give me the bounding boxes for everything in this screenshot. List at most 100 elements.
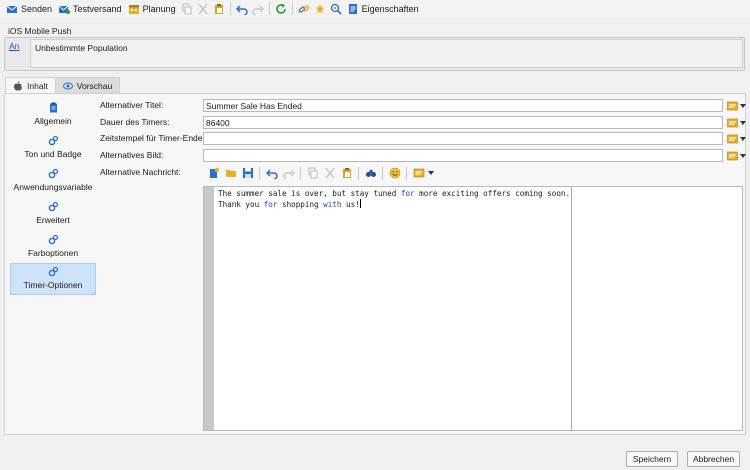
- alt-image-personalize-button[interactable]: [727, 149, 746, 162]
- new-button[interactable]: [205, 166, 222, 181]
- gears-icon: [48, 168, 58, 179]
- copy-icon: [308, 167, 317, 179]
- text-cursor: [359, 199, 361, 208]
- timer-end-label: Zeitstempel für Timer-Ende:: [100, 133, 205, 143]
- sidebar-item-advanced[interactable]: Erweitert: [10, 197, 96, 229]
- alt-image-label: Alternatives Bild:: [100, 150, 164, 160]
- link-button[interactable]: [296, 1, 312, 16]
- editor-margin-line: [571, 187, 572, 430]
- gears-icon: [48, 201, 58, 212]
- send-button[interactable]: Senden: [3, 1, 55, 16]
- content-panel: Allgemein Ton und Badge Anwendungsvariab…: [4, 93, 746, 435]
- to-link[interactable]: An: [9, 41, 19, 51]
- schedule-label: Planung: [142, 3, 176, 14]
- folder-icon: [225, 170, 236, 177]
- toolbar-separator: [229, 2, 231, 15]
- editor-redo-button[interactable]: [280, 166, 297, 181]
- sidebar-item-label: Timer-Optionen: [23, 280, 83, 290]
- clipboard-paste-icon: [214, 3, 223, 14]
- calendar-icon: [128, 4, 139, 14]
- editor-text: The summer sale is over, but stay tuned …: [218, 189, 571, 209]
- chevron-down-icon: [740, 103, 746, 108]
- alt-title-label: Alternativer Titel:: [100, 100, 164, 110]
- tab-content[interactable]: Inhalt: [5, 77, 56, 93]
- undo-button[interactable]: [234, 1, 250, 16]
- tab-preview[interactable]: Vorschau: [54, 77, 121, 93]
- gears-icon: [48, 135, 58, 146]
- send-envelope-icon: [6, 5, 18, 13]
- editor-copy-button[interactable]: [304, 166, 321, 181]
- tab-preview-label: Vorschau: [76, 80, 113, 91]
- undo-icon: [265, 169, 278, 179]
- editor-cut-button[interactable]: [321, 166, 338, 181]
- cut-button[interactable]: [195, 1, 211, 16]
- properties-button[interactable]: Eigenschaften: [344, 1, 422, 16]
- personalize-field-icon: [727, 151, 738, 160]
- delivery-type-title: iOS Mobile Push: [8, 26, 72, 36]
- sidebar-item-label: Ton und Badge: [24, 149, 82, 159]
- save-file-button[interactable]: [239, 166, 256, 181]
- toolbar-separator: [268, 2, 270, 15]
- chevron-down-icon: [740, 120, 746, 125]
- sidebar-item-general[interactable]: Allgemein: [10, 98, 96, 130]
- refresh-button[interactable]: [273, 1, 289, 16]
- alt-image-field[interactable]: [203, 149, 723, 162]
- personalize-button[interactable]: [312, 1, 328, 16]
- toolbar-separator: [406, 166, 407, 180]
- emoji-button[interactable]: [386, 166, 403, 181]
- target-box: An Unbestimmte Population: [4, 37, 745, 71]
- timer-duration-field[interactable]: 86400: [203, 116, 723, 129]
- sidebar-item-label: Erweitert: [36, 215, 70, 225]
- sidebar-item-sound-badge[interactable]: Ton und Badge: [10, 131, 96, 163]
- alt-title-personalize-button[interactable]: [727, 99, 746, 112]
- chevron-down-icon: [740, 136, 746, 141]
- properties-document-icon: [348, 3, 357, 14]
- message-editor-toolbar: [205, 165, 437, 181]
- sidebar-item-app-variables[interactable]: Anwendungsvariable: [10, 164, 96, 196]
- redo-button[interactable]: [250, 1, 266, 16]
- timer-end-field[interactable]: [203, 132, 723, 145]
- gears-icon: [48, 234, 58, 245]
- binoculars-icon: [365, 170, 376, 177]
- find-button[interactable]: [362, 166, 379, 181]
- floppy-disk-icon: [242, 168, 253, 178]
- alt-message-editor[interactable]: The summer sale is over, but stay tuned …: [203, 186, 743, 431]
- toolbar-separator: [291, 2, 293, 15]
- scissors-icon: [325, 167, 334, 179]
- timer-end-personalize-button[interactable]: [727, 132, 746, 145]
- sidebar-item-timer-options[interactable]: Timer-Optionen: [10, 263, 96, 295]
- link-icon: [298, 4, 309, 13]
- proof-button[interactable]: Testversand: [55, 1, 125, 16]
- open-button[interactable]: [222, 166, 239, 181]
- sidebar-item-color-options[interactable]: Farboptionen: [10, 230, 96, 262]
- timer-duration-personalize-button[interactable]: [727, 116, 746, 129]
- proof-envelope-icon: [58, 5, 71, 14]
- refresh-icon: [275, 3, 286, 14]
- editor-gutter: [204, 187, 214, 430]
- options-sidebar: Allgemein Ton und Badge Anwendungsvariab…: [10, 98, 96, 296]
- copy-icon: [182, 3, 192, 14]
- properties-label: Eigenschaften: [361, 3, 419, 14]
- clipboard-icon: [49, 102, 57, 113]
- tracking-button[interactable]: [328, 1, 344, 16]
- delivery-header: iOS Mobile Push An Unbestimmte Populatio…: [4, 22, 745, 71]
- send-label: Senden: [21, 3, 53, 14]
- copy-button[interactable]: [179, 1, 195, 16]
- clipboard-paste-icon: [342, 168, 351, 178]
- editor-undo-button[interactable]: [263, 166, 280, 181]
- apple-icon: [14, 80, 22, 91]
- new-document-icon: [209, 167, 219, 178]
- target-population-field[interactable]: Unbestimmte Population: [30, 39, 743, 68]
- redo-icon: [282, 169, 295, 179]
- save-button[interactable]: Speichern: [626, 451, 678, 467]
- sidebar-item-label: Farboptionen: [27, 248, 79, 258]
- editor-paste-button[interactable]: [338, 166, 355, 181]
- schedule-button[interactable]: Planung: [125, 1, 179, 16]
- gears-icon: [48, 266, 58, 277]
- redo-icon: [251, 4, 264, 15]
- alt-title-field[interactable]: Summer Sale Has Ended: [203, 99, 723, 112]
- sidebar-item-label: Anwendungsvariable: [13, 182, 93, 192]
- cancel-button[interactable]: Abbrechen: [687, 451, 740, 467]
- paste-button[interactable]: [211, 1, 227, 16]
- editor-personalize-button[interactable]: [410, 166, 437, 181]
